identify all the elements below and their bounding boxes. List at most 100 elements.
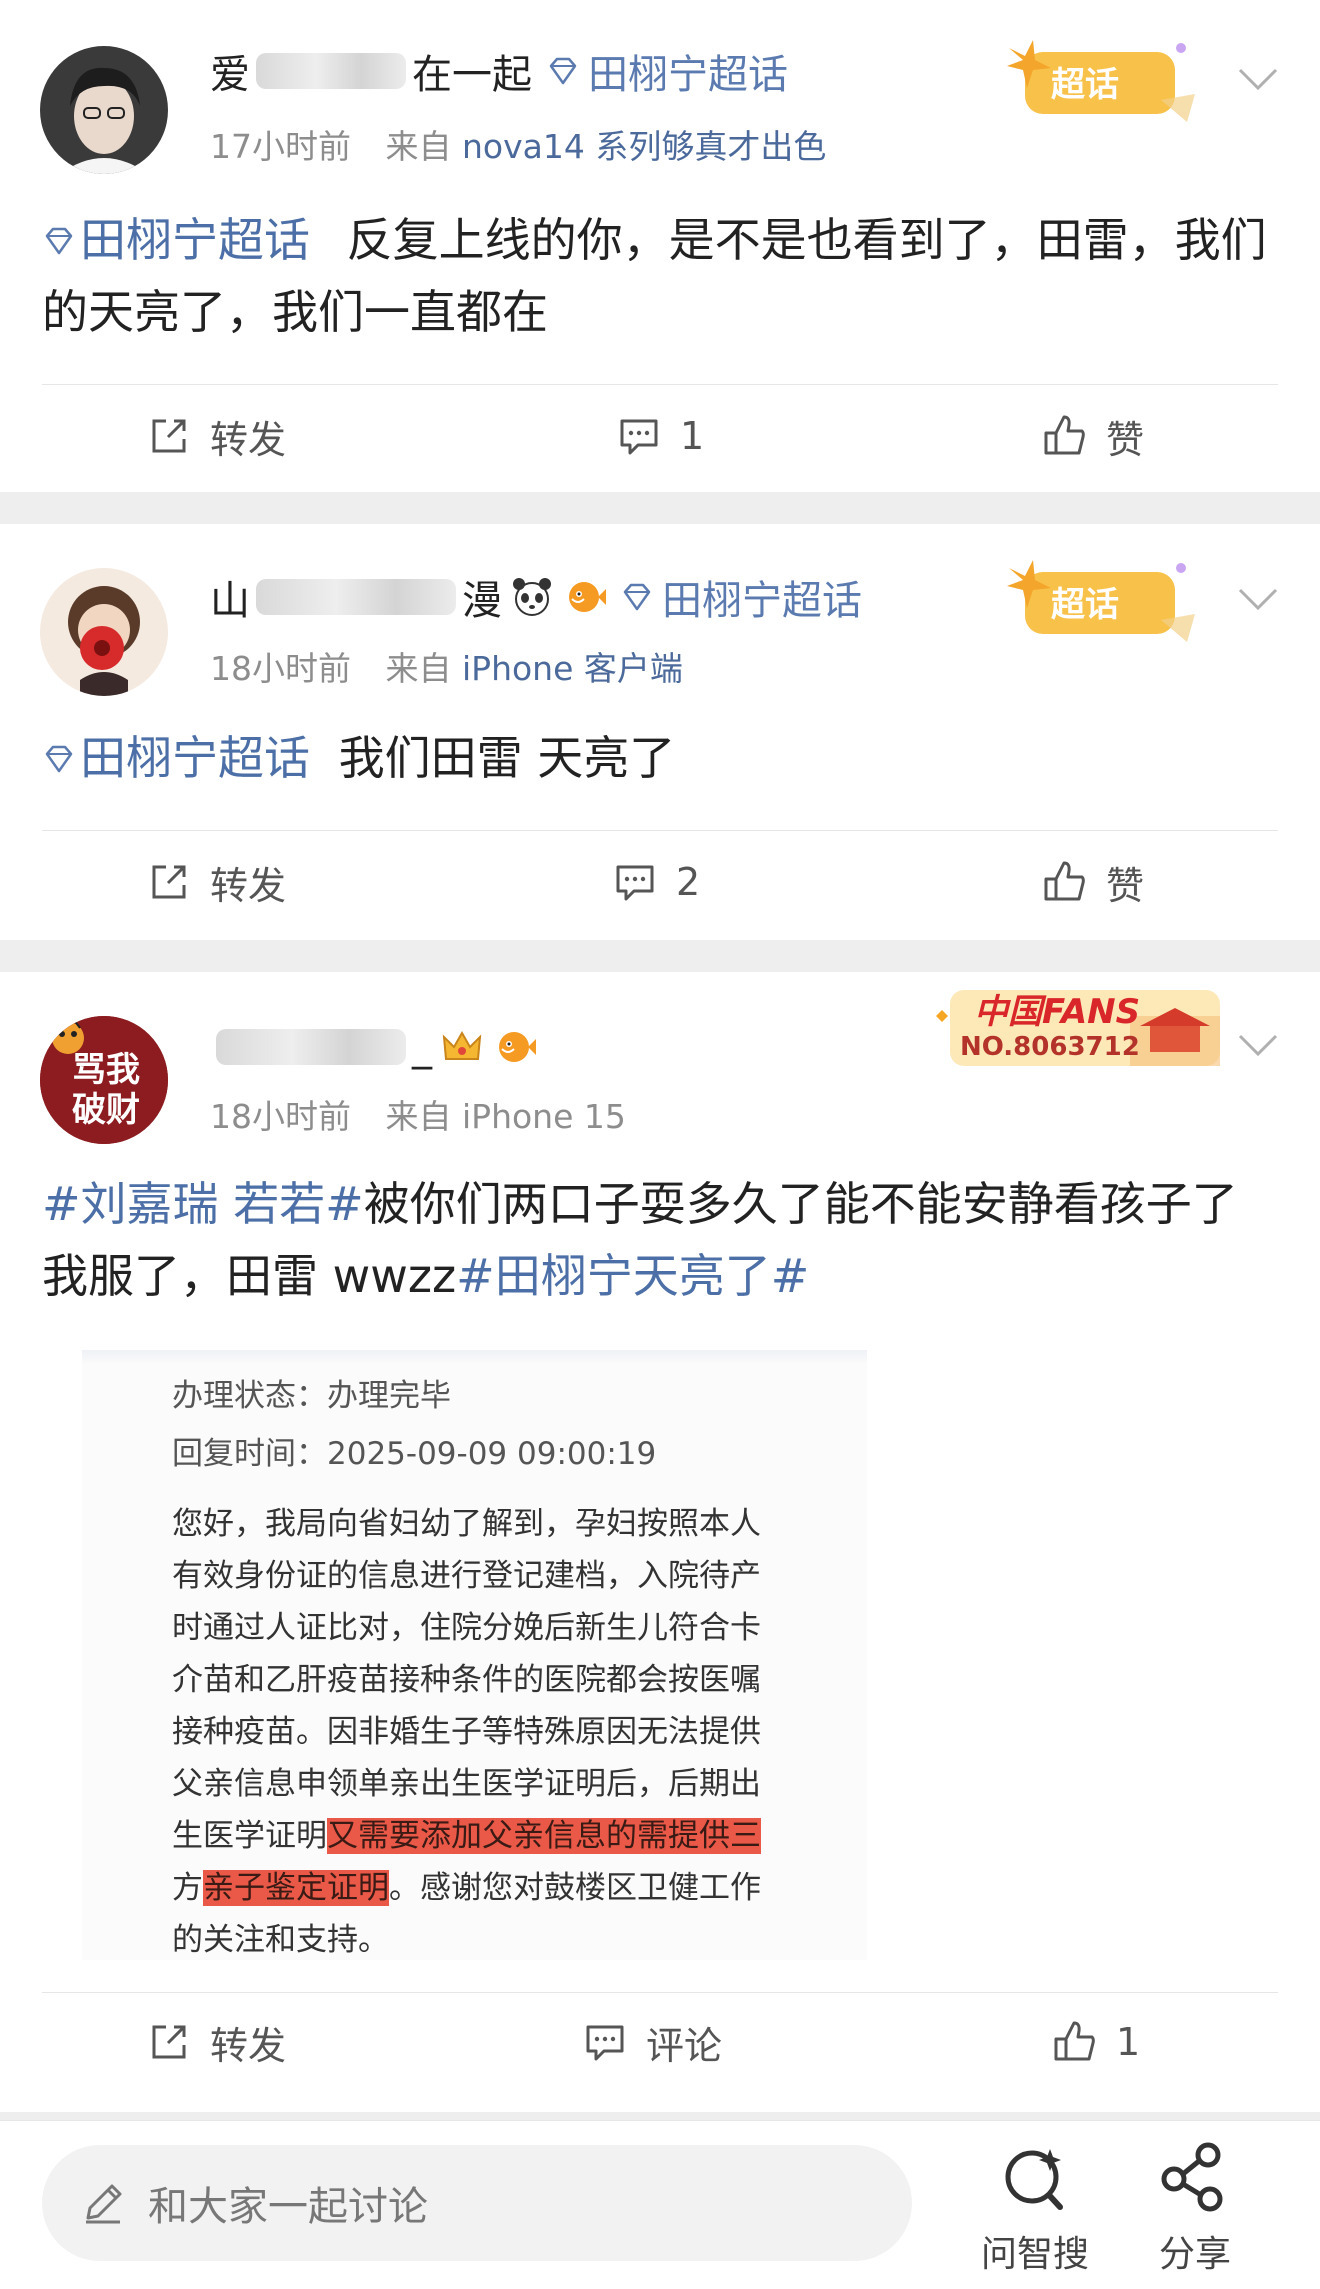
avatar[interactable]	[40, 568, 168, 696]
source-device[interactable]: iPhone 客户端	[462, 649, 683, 688]
post-meta: 18小时前 来自 iPhone 15	[210, 1090, 626, 1138]
like-label: 赞	[1106, 863, 1145, 908]
crown-icon	[442, 1030, 482, 1060]
like-button[interactable]: 赞	[1042, 406, 1144, 466]
chevron-down-icon[interactable]	[1236, 1030, 1280, 1060]
gem-icon	[45, 227, 73, 255]
topic-label: 田栩宁超话	[588, 52, 788, 98]
repost-label: 转发	[210, 417, 287, 462]
avatar[interactable]: 骂我破财	[40, 1016, 168, 1144]
fans-badge[interactable]: 中国FANS NO.8063712	[930, 976, 1230, 1072]
avatar[interactable]	[40, 46, 168, 174]
username-blur	[256, 579, 456, 615]
username-blur	[256, 53, 406, 89]
share-button[interactable]: 分享	[1130, 2141, 1260, 2281]
username-visible-start: 山	[210, 578, 250, 624]
ai-search-button[interactable]: 问智搜	[970, 2141, 1100, 2281]
post-meta: 18小时前 来自 iPhone 客户端	[210, 642, 683, 690]
post-image[interactable]: 办理状态：办理完毕 回复时间：2025-09-09 09:00:19 您好，我局…	[82, 1350, 867, 1960]
topic-link[interactable]: 田栩宁超话	[546, 42, 788, 100]
username-visible-end: _	[412, 1024, 432, 1070]
body-topic-label: 田栩宁超话	[80, 731, 310, 785]
image-text-line: 回复时间：2025-09-09 09:00:19	[172, 1436, 657, 1472]
share-icon	[1161, 2142, 1223, 2212]
share-label: 分享	[1158, 2234, 1231, 2275]
image-text-line: 接种疫苗。因非婚生子等特殊原因无法提供	[172, 1714, 761, 1750]
comment-placeholder: 和大家一起讨论	[148, 2184, 428, 2230]
image-text-line: 有效身份证的信息进行登记建档，入院待产	[172, 1558, 761, 1594]
comment-button[interactable]: 1	[616, 406, 704, 466]
pencil-icon	[86, 2184, 122, 2224]
chevron-down-icon[interactable]	[1236, 64, 1280, 94]
super-topic-badge[interactable]: 超话	[1005, 30, 1205, 140]
super-topic-badge[interactable]: 超话	[1005, 550, 1205, 660]
image-text-segment: 。感谢您对鼓楼区卫健工作	[389, 1870, 761, 1906]
fish-icon	[569, 582, 606, 612]
badge-text: 超话	[1051, 585, 1119, 625]
repost-button[interactable]: 转发	[146, 852, 286, 912]
comment-count: 1	[680, 414, 705, 458]
comment-input[interactable]: 和大家一起讨论	[42, 2145, 912, 2261]
image-text-line: 时通过人证比对，住院分娩后新生儿符合卡	[172, 1610, 761, 1646]
image-text-line: 办理状态：办理完毕	[172, 1378, 451, 1414]
comment-label: 评论	[646, 2023, 723, 2068]
hashtag-link[interactable]: #刘嘉瑞 若若#	[42, 1177, 364, 1231]
image-highlight: 又需要添加父亲信息的需提供三	[327, 1818, 761, 1854]
bottom-bar: 和大家一起讨论 问智搜 分享	[0, 2120, 1320, 2289]
like-button[interactable]: 1	[1052, 2012, 1140, 2072]
body-topic-link[interactable]: 田栩宁超话	[42, 213, 310, 267]
repost-icon	[152, 2025, 186, 2059]
repost-icon	[152, 419, 186, 453]
image-text-line: 的关注和支持。	[172, 1922, 389, 1958]
like-icon	[1044, 861, 1085, 901]
username[interactable]: _	[210, 1024, 536, 1070]
divider	[42, 384, 1278, 385]
post-body: 田栩宁超话 我们田雷 天亮了	[42, 722, 1270, 794]
like-button[interactable]: 赞	[1042, 852, 1144, 912]
username[interactable]: 山 漫 田栩宁超话	[210, 568, 862, 626]
comment-count: 2	[676, 860, 701, 904]
like-icon	[1044, 415, 1085, 455]
image-text-line: 生医学证明又需要添加父亲信息的需提供三	[172, 1810, 761, 1855]
panda-icon	[513, 578, 551, 616]
source-device[interactable]: iPhone 15	[462, 1097, 626, 1136]
body-topic-link[interactable]: 田栩宁超话	[42, 731, 310, 785]
gem-icon	[623, 583, 651, 611]
image-text-line: 介苗和乙肝疫苗接种条件的医院都会按医嘱	[172, 1662, 761, 1698]
image-text-line: 父亲信息申领单亲出生医学证明后，后期出	[172, 1766, 761, 1802]
repost-button[interactable]: 转发	[146, 406, 286, 466]
comment-icon	[586, 2025, 624, 2061]
source-device[interactable]: nova14 系列够真才出色	[462, 127, 826, 166]
username-visible-end: 漫	[462, 578, 502, 624]
body-text: 我们田雷 天亮了	[338, 731, 676, 785]
source-prefix: 来自	[385, 1097, 452, 1136]
image-top-fade	[82, 1350, 867, 1364]
comment-button[interactable]: 2	[612, 852, 700, 912]
image-text-segment: 方	[172, 1870, 203, 1906]
source-prefix: 来自	[385, 127, 452, 166]
post-meta: 17小时前 来自 nova14 系列够真才出色	[210, 120, 826, 168]
image-text-segment: 生医学证明	[172, 1818, 327, 1854]
hashtag-link[interactable]: #田栩宁天亮了#	[456, 1249, 809, 1303]
comment-button[interactable]: 评论	[582, 2012, 722, 2072]
username-visible-start: 爱	[210, 52, 250, 98]
image-text-line: 方亲子鉴定证明。感谢您对鼓楼区卫健工作	[172, 1862, 761, 1907]
ai-search-label: 问智搜	[980, 2234, 1089, 2275]
comment-icon	[616, 865, 654, 901]
like-count: 1	[1116, 2020, 1141, 2064]
chevron-down-icon[interactable]	[1236, 584, 1280, 614]
post-card: 山 漫 田栩宁超话 18小时前 来自 iPhone 客户端 超话 田栩宁超话 我…	[0, 524, 1320, 940]
gem-icon	[549, 57, 577, 85]
topic-link[interactable]: 田栩宁超话	[620, 568, 862, 626]
repost-button[interactable]: 转发	[146, 2012, 286, 2072]
comment-icon	[620, 419, 658, 455]
username-blur	[216, 1029, 406, 1065]
divider	[42, 830, 1278, 831]
badge-text: 超话	[1051, 65, 1119, 105]
fans-badge-title: 中国FANS	[974, 992, 1141, 1032]
post-time: 18小时前	[210, 1097, 351, 1136]
username[interactable]: 爱 在一起 田栩宁超话	[210, 42, 788, 100]
username-visible-end: 在一起	[412, 52, 532, 98]
ai-search-icon	[1005, 2149, 1063, 2210]
fish-icon	[499, 1032, 536, 1062]
